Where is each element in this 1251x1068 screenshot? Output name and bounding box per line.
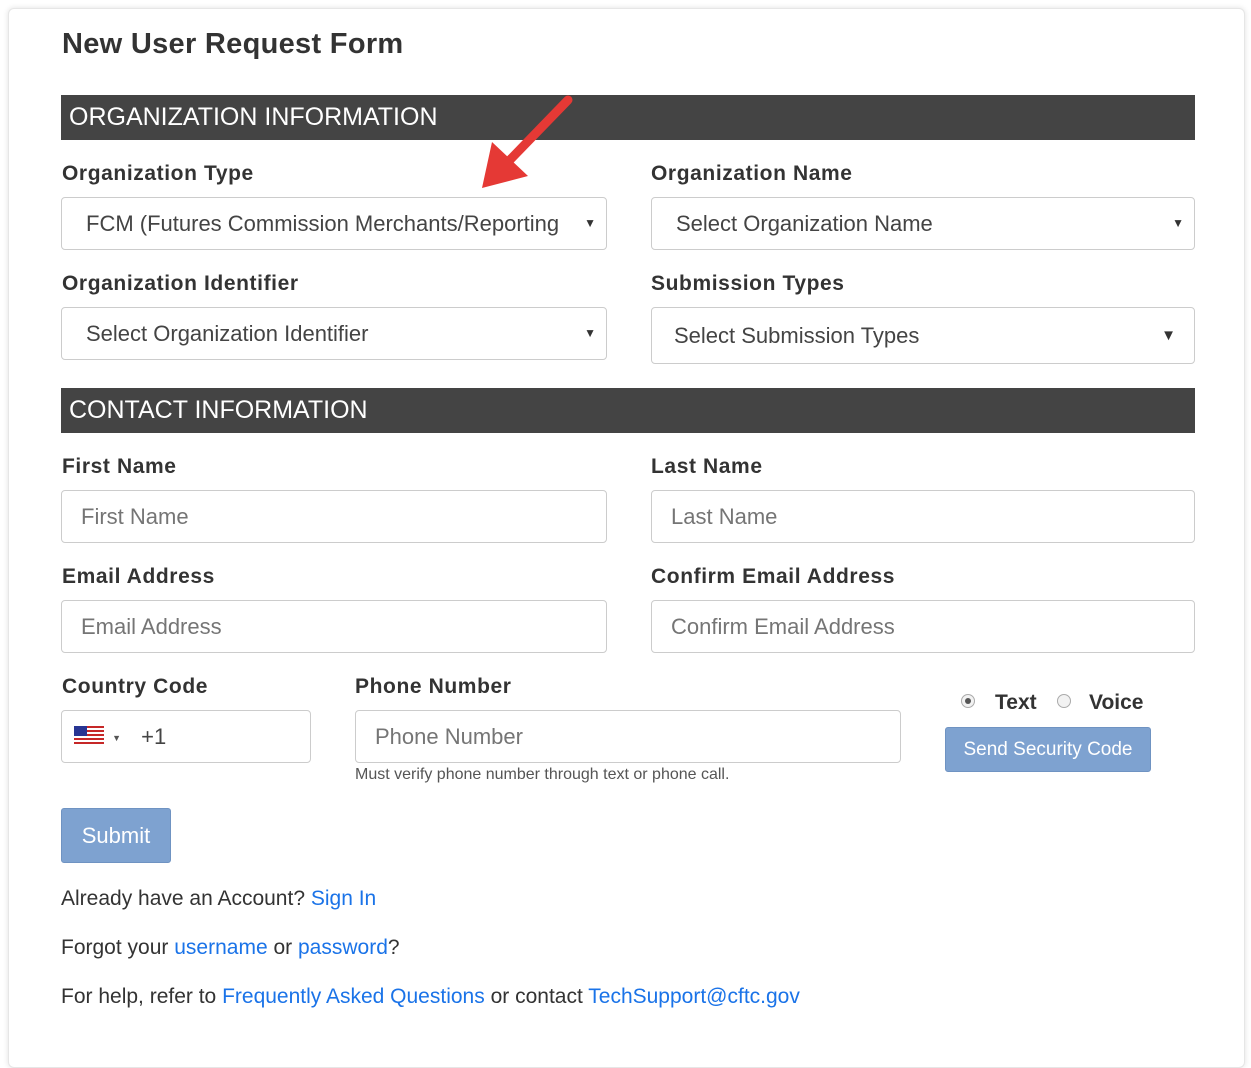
submit-button[interactable]: Submit [61,808,171,863]
section-header-contact: CONTACT INFORMATION [61,388,1195,433]
confirm-email-label: Confirm Email Address [651,565,896,588]
confirm-email-input[interactable] [651,600,1195,653]
organization-name-label: Organization Name [651,162,853,185]
send-security-code-button[interactable]: Send Security Code [945,727,1151,772]
organization-type-label: Organization Type [62,162,254,185]
caret-down-icon: ▼ [584,326,596,340]
first-name-label: First Name [62,455,177,478]
last-name-label: Last Name [651,455,763,478]
last-name-input[interactable] [651,490,1195,543]
forgot-line: Forgot your username or password? [61,936,400,960]
account-prefix: Already have an Account? [61,887,306,910]
username-link[interactable]: username [174,936,267,959]
help-line: For help, refer to Frequently Asked Ques… [61,985,800,1009]
radio-voice-label: Voice [1089,691,1144,714]
question-mark: ? [387,936,400,959]
organization-identifier-label: Organization Identifier [62,272,299,295]
sign-in-link[interactable]: Sign In [311,887,376,910]
radio-text[interactable] [961,694,975,708]
password-link[interactable]: password [298,936,388,959]
country-code-value: +1 [141,724,167,749]
submission-types-select[interactable]: Select Submission Types ▼ [651,307,1195,364]
organization-type-select[interactable]: FCM (Futures Commission Merchants/Report… [61,197,607,250]
first-name-input[interactable] [61,490,607,543]
caret-down-icon: ▼ [1161,327,1176,344]
section-header-organization: ORGANIZATION INFORMATION [61,95,1195,140]
organization-identifier-value: Select Organization Identifier [86,321,369,346]
account-line: Already have an Account? Sign In [61,887,376,911]
caret-down-icon[interactable]: ▼ [112,733,121,743]
or-contact-text: or contact [490,985,583,1008]
support-email-link[interactable]: TechSupport@cftc.gov [588,985,800,1008]
organization-identifier-select[interactable]: Select Organization Identifier ▼ [61,307,607,360]
faq-link[interactable]: Frequently Asked Questions [222,985,485,1008]
forgot-prefix: Forgot your [61,936,169,959]
submission-types-value: Select Submission Types [674,323,920,348]
email-input[interactable] [61,600,607,653]
organization-name-value: Select Organization Name [676,211,933,236]
radio-voice[interactable] [1057,694,1071,708]
page-title: New User Request Form [62,28,404,60]
phone-number-label: Phone Number [355,675,512,698]
help-prefix: For help, refer to [61,985,217,1008]
us-flag-icon[interactable] [74,711,104,762]
email-label: Email Address [62,565,215,588]
country-code-field[interactable]: ▼ +1 [61,710,311,763]
caret-down-icon: ▼ [1172,216,1184,230]
phone-help-text: Must verify phone number through text or… [355,766,730,783]
submission-types-label: Submission Types [651,272,845,295]
phone-number-input[interactable] [355,710,901,763]
organization-type-value: FCM (Futures Commission Merchants/Report… [86,211,566,236]
radio-text-label: Text [995,691,1037,714]
red-arrow-annotation [482,95,573,188]
caret-down-icon: ▼ [584,216,596,230]
country-code-label: Country Code [62,675,209,698]
or-text: or [273,936,293,959]
organization-name-select[interactable]: Select Organization Name ▼ [651,197,1195,250]
